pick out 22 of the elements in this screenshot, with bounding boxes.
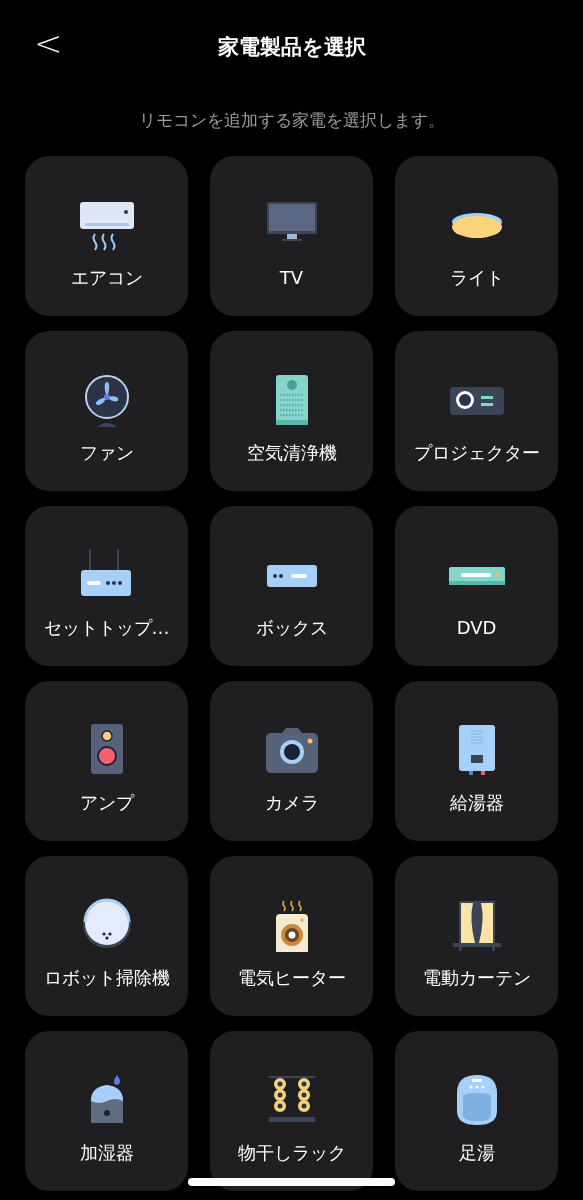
device-card[interactable]: カメラ xyxy=(210,680,373,841)
device-card[interactable]: アンプ xyxy=(25,680,188,841)
device-card[interactable]: セットトップ… xyxy=(25,505,188,666)
back-button[interactable]: < xyxy=(26,26,71,60)
device-card[interactable]: DVD xyxy=(395,505,558,666)
instruction-text: リモコンを追加する家電を選択します。 xyxy=(137,109,446,132)
device-card[interactable]: 電気ヒーター xyxy=(210,855,373,1016)
screen-title: 家電製品を選択 xyxy=(217,34,366,62)
device-card[interactable]: 物干しラック xyxy=(210,1030,373,1191)
device-card[interactable]: ファン xyxy=(25,330,188,491)
device-card[interactable]: プロジェクター xyxy=(395,330,558,491)
device-card[interactable]: 給湯器 xyxy=(395,680,558,841)
dvd-player-icon xyxy=(446,565,507,586)
device-card[interactable]: 足湯 xyxy=(395,1030,558,1191)
device-card[interactable]: ロボット掃除機 xyxy=(25,855,188,1016)
device-card[interactable]: ボックス xyxy=(210,505,373,666)
device-card[interactable]: TV xyxy=(210,155,373,316)
device-card[interactable]: エアコン xyxy=(25,155,188,316)
device-card[interactable]: ライト xyxy=(395,155,558,316)
device-card[interactable]: 空気清浄機 xyxy=(210,330,373,491)
device-card[interactable]: 加湿器 xyxy=(25,1030,188,1191)
device-card[interactable]: 電動カーテン xyxy=(395,855,558,1016)
